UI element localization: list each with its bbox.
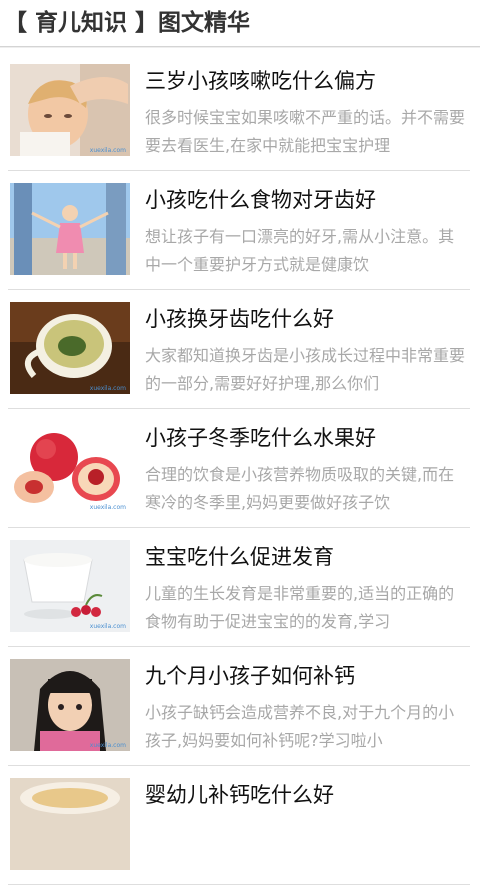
list-item[interactable]: xuexila.com 三岁小孩咳嗽吃什么偏方 很多时候宝宝如果咳嗽不严重的话。…	[8, 52, 470, 171]
yogurt-image: xuexila.com	[10, 540, 130, 632]
article-list: xuexila.com 三岁小孩咳嗽吃什么偏方 很多时候宝宝如果咳嗽不严重的话。…	[0, 52, 480, 885]
article-summary: 很多时候宝宝如果咳嗽不严重的话。并不需要要去看医生,在家中就能把宝宝护理	[145, 108, 466, 155]
article-summary: 大家都知道换牙齿是小孩成长过程中非常重要的一部分,需要好好护理,那么你们	[145, 346, 466, 393]
article-title: 九个月小孩子如何补钙	[145, 664, 355, 688]
list-item[interactable]: xuexila.com 九个月小孩子如何补钙 小孩子缺钙会造成营养不良,对于九个…	[8, 647, 470, 766]
watermark: xuexila.com	[89, 147, 126, 154]
list-item[interactable]: xuexila.com 小孩子冬季吃什么水果好 合理的饮食是小孩营养物质吸取的关…	[8, 409, 470, 528]
list-item[interactable]: xuexila.com 宝宝吃什么促进发育 儿童的生长发育是非常重要的,适当的正…	[8, 528, 470, 647]
peach-image: xuexila.com	[10, 421, 130, 513]
article-title: 三岁小孩咳嗽吃什么偏方	[145, 69, 376, 93]
article-summary: 合理的饮食是小孩营养物质吸取的关键,而在寒冷的冬季里,妈妈更要做好孩子饮	[145, 465, 455, 512]
article-summary	[145, 818, 470, 874]
sick-child-image: xuexila.com	[10, 64, 130, 156]
food-bowl-image	[10, 778, 130, 870]
article-title: 小孩换牙齿吃什么好	[145, 307, 334, 331]
article-summary: 小孩子缺钙会造成营养不良,对于九个月的小孩子,妈妈要如何补钙呢?学习啦小	[145, 703, 455, 750]
article-title: 婴幼儿补钙吃什么好	[145, 783, 334, 807]
article-summary: 儿童的生长发育是非常重要的,适当的正确的食物有助于促进宝宝的的发育,学习	[145, 584, 455, 631]
watermark: xuexila.com	[89, 623, 126, 630]
watermark: xuexila.com	[89, 504, 126, 511]
list-item[interactable]: 婴幼儿补钙吃什么好	[8, 766, 470, 885]
page-title: 【 育儿知识 】图文精华	[0, 0, 480, 47]
article-title: 小孩子冬季吃什么水果好	[145, 426, 376, 450]
child-walking-image	[10, 183, 130, 275]
article-title: 小孩吃什么食物对牙齿好	[145, 188, 376, 212]
watermark: xuexila.com	[89, 385, 126, 392]
list-item[interactable]: 小孩吃什么食物对牙齿好 想让孩子有一口漂亮的好牙,需从小注意。其中一个重要护牙方…	[8, 171, 470, 290]
tea-cup-image: xuexila.com	[10, 302, 130, 394]
article-summary: 想让孩子有一口漂亮的好牙,需从小注意。其中一个重要护牙方式就是健康饮	[145, 227, 455, 274]
watermark: xuexila.com	[89, 742, 126, 749]
article-title: 宝宝吃什么促进发育	[145, 545, 334, 569]
list-item[interactable]: xuexila.com 小孩换牙齿吃什么好 大家都知道换牙齿是小孩成长过程中非常…	[8, 290, 470, 409]
girl-portrait-image: xuexila.com	[10, 659, 130, 751]
